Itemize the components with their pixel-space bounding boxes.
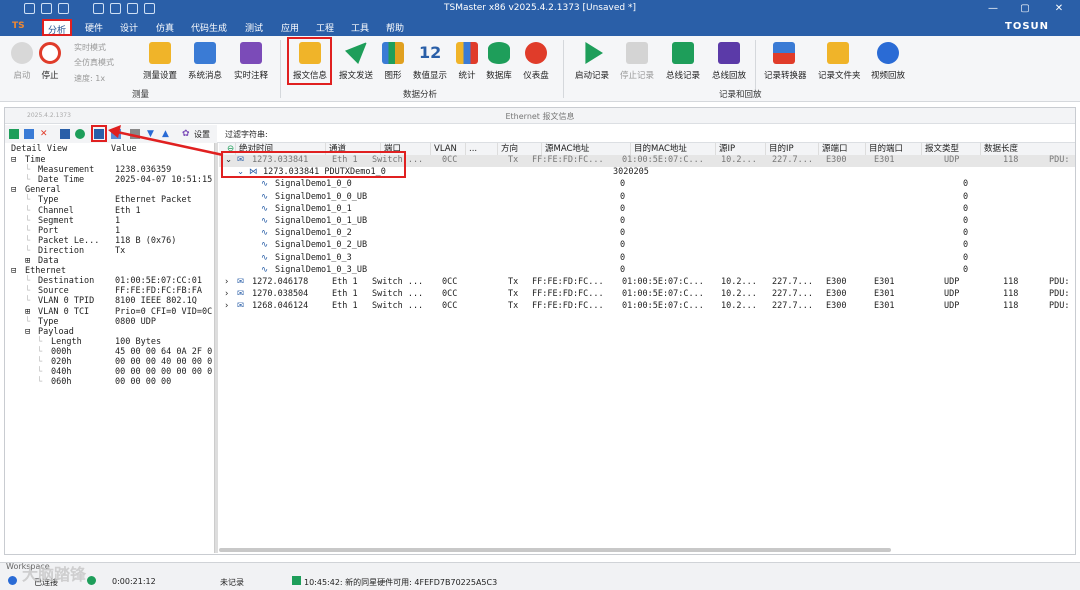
hardware-icon (292, 576, 301, 585)
elapsed-time: 0:00:21:12 (112, 577, 156, 586)
connection-icon (8, 576, 17, 585)
annotation-arrow (108, 125, 224, 157)
watermark: 大脑踏锋 (22, 565, 87, 584)
status-message: 10:45:42: 新的同星硬件可用: 4FEFD7B70225A5C3 (304, 578, 498, 587)
record-status: 未记录 (220, 578, 244, 587)
status-bar: Workspace 已连接 0:00:21:12 未记录 10:45:42: 新… (0, 562, 1080, 590)
clock-icon (87, 576, 96, 585)
